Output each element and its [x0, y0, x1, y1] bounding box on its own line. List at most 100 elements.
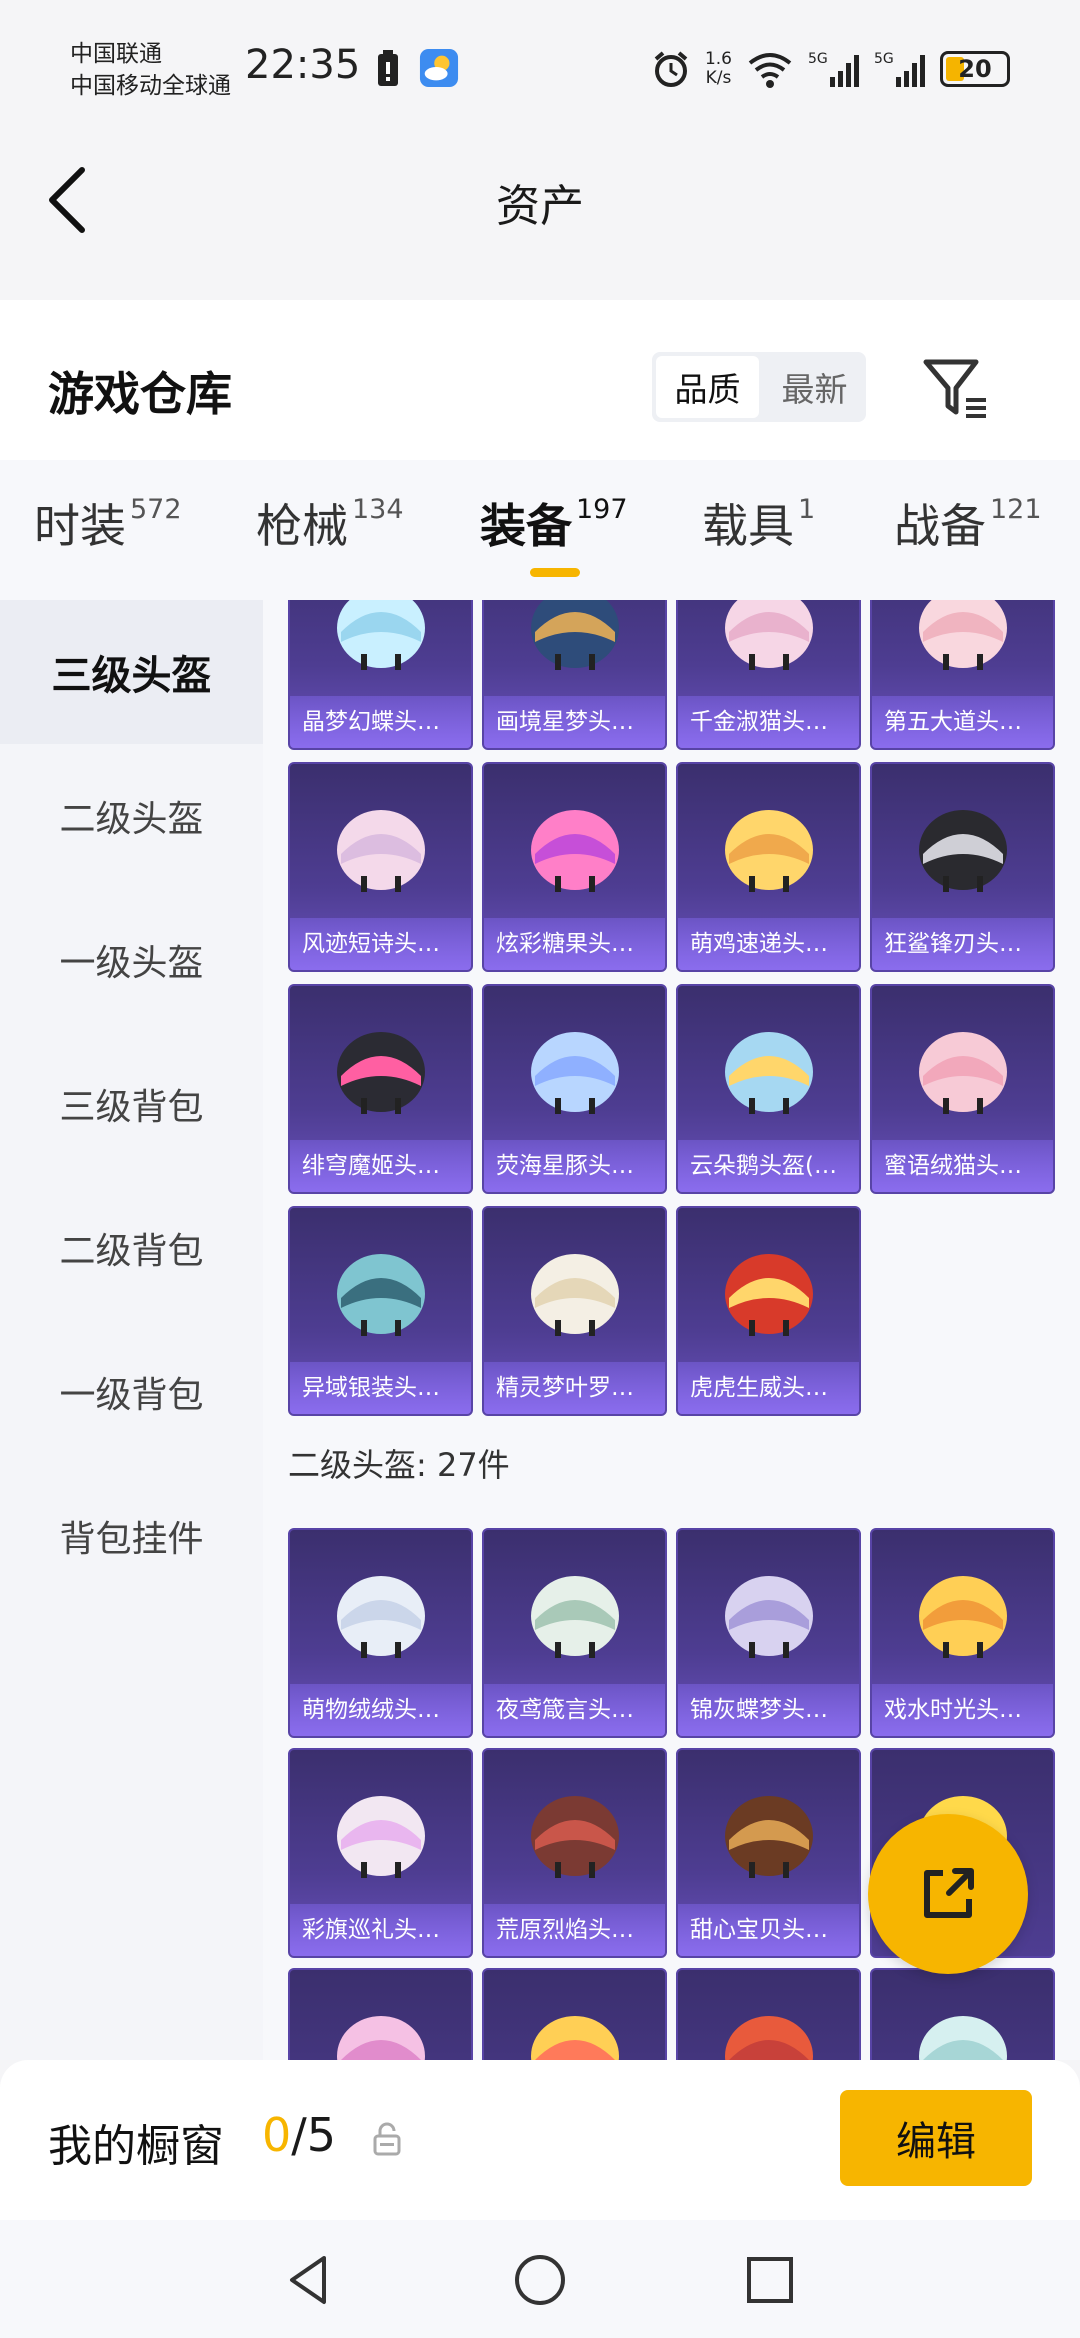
helmet-thumbnail: [484, 1208, 665, 1368]
item-name: 千金淑猫头盔...: [678, 696, 859, 748]
helmet-thumbnail: [484, 1970, 665, 2060]
sidebar-item-level2-backpack[interactable]: 二级背包: [0, 1176, 263, 1320]
item-name: 荧海星豚头盔...: [484, 1140, 665, 1192]
tab-count: 197: [576, 494, 628, 525]
helmet-thumbnail: [290, 600, 471, 702]
item-card[interactable]: 夜鸢箴言头盔...: [482, 1528, 667, 1738]
item-name: 虎虎生威头盔...: [678, 1362, 859, 1414]
battery-saver-icon: [378, 50, 398, 86]
item-name: 晶梦幻蝶头盔...: [290, 696, 471, 748]
edit-button[interactable]: 编辑: [840, 2090, 1032, 2186]
nav-back-icon[interactable]: [280, 2250, 340, 2310]
item-name: 风迹短诗头盔...: [290, 918, 471, 970]
signal-5g-icon-2: 5G: [874, 51, 925, 87]
sidebar-item-level1-helmet[interactable]: 一级头盔: [0, 888, 263, 1032]
section-header: 二级头盔: 27件: [288, 1446, 510, 1484]
item-name: 精灵梦叶罗丽...: [484, 1362, 665, 1414]
tab-label: 装备: [480, 499, 572, 553]
item-card[interactable]: 荒原烈焰头盔...: [482, 1748, 667, 1958]
filter-icon[interactable]: [920, 352, 990, 422]
helmet-thumbnail: [678, 1970, 859, 2060]
item-card[interactable]: 彩旗巡礼头盔...: [288, 1748, 473, 1958]
tab-label: 战备: [894, 499, 986, 553]
sidebar-item-level1-backpack[interactable]: 一级背包: [0, 1320, 263, 1464]
sort-toggle: 品质 最新: [652, 352, 866, 422]
tab-count: 121: [990, 494, 1042, 525]
item-card[interactable]: [288, 1968, 473, 2060]
item-name: 夜鸢箴言头盔...: [484, 1684, 665, 1736]
tab-count: 1: [798, 494, 816, 525]
item-card[interactable]: 风迹短诗头盔...: [288, 762, 473, 972]
item-name: 第五大道头盔...: [872, 696, 1053, 748]
helmet-thumbnail: [484, 1750, 665, 1910]
item-card[interactable]: 甜心宝贝头盔...: [676, 1748, 861, 1958]
item-card[interactable]: 萌鸡速递头盔...: [676, 762, 861, 972]
helmet-thumbnail: [484, 600, 665, 702]
showcase-bar: 我的橱窗 0/5 编辑: [0, 2060, 1080, 2220]
item-name: 彩旗巡礼头盔...: [290, 1904, 471, 1956]
helmet-thumbnail: [872, 1530, 1053, 1690]
nav-home-icon[interactable]: [510, 2250, 570, 2310]
item-card[interactable]: 晶梦幻蝶头盔...: [288, 600, 473, 750]
net-speed-unit: K/s: [705, 68, 732, 88]
share-button[interactable]: [868, 1814, 1028, 1974]
helmet-thumbnail: [484, 764, 665, 924]
active-tab-indicator: [530, 568, 580, 577]
carrier-2: 中国移动全球通: [70, 73, 231, 99]
nav-recents-icon[interactable]: [740, 2250, 800, 2310]
tab-label: 载具: [702, 499, 794, 553]
item-card[interactable]: 萌物绒绒头盔...: [288, 1528, 473, 1738]
item-card[interactable]: [482, 1968, 667, 2060]
sidebar-item-backpack-charm[interactable]: 背包挂件: [0, 1464, 263, 1608]
item-card[interactable]: 蜜语绒猫头盔...: [870, 984, 1055, 1194]
helmet-thumbnail: [872, 1970, 1053, 2060]
helmet-thumbnail: [484, 1530, 665, 1690]
item-card[interactable]: 绯穹魔姬头盔...: [288, 984, 473, 1194]
helmet-thumbnail: [290, 1530, 471, 1690]
sidebar-item-level3-backpack[interactable]: 三级背包: [0, 1032, 263, 1176]
item-card[interactable]: 锦灰蝶梦头盔...: [676, 1528, 861, 1738]
tab-vehicles[interactable]: 载具 1: [702, 490, 815, 556]
tab-combat-gear[interactable]: 战备 121: [894, 490, 1042, 556]
item-card[interactable]: 虎虎生威头盔...: [676, 1206, 861, 1416]
sidebar-item-level2-helmet[interactable]: 二级头盔: [0, 744, 263, 888]
item-card[interactable]: 炫彩糖果头盔...: [482, 762, 667, 972]
status-bar: 中国联通 中国移动全球通 22:35 1.6 K/s 5G 5G 20: [0, 0, 1080, 130]
item-card[interactable]: [676, 1968, 861, 2060]
category-tabs: 时装 572 枪械 134 装备 197 载具 1 战备 121: [0, 460, 1080, 600]
item-card[interactable]: 狂鲨锋刃头盔...: [870, 762, 1055, 972]
sort-quality[interactable]: 品质: [656, 356, 759, 418]
tab-fashion[interactable]: 时装 572: [34, 490, 182, 556]
tab-count: 572: [130, 494, 182, 525]
item-name: 炫彩糖果头盔...: [484, 918, 665, 970]
item-card[interactable]: 异域银装头盔...: [288, 1206, 473, 1416]
item-card[interactable]: [870, 1968, 1055, 2060]
item-card[interactable]: 精灵梦叶罗丽...: [482, 1206, 667, 1416]
helmet-thumbnail: [290, 1208, 471, 1368]
sidebar-item-level3-helmet[interactable]: 三级头盔: [0, 600, 263, 744]
weather-icon: [419, 48, 459, 88]
item-name: 荒原烈焰头盔...: [484, 1904, 665, 1956]
item-name: 萌物绒绒头盔...: [290, 1684, 471, 1736]
tab-equipment[interactable]: 装备 197: [480, 490, 628, 556]
showcase-total: /5: [291, 2108, 337, 2162]
helmet-thumbnail: [678, 1208, 859, 1368]
item-card[interactable]: 戏水时光头盔...: [870, 1528, 1055, 1738]
warehouse-header: 游戏仓库 品质 最新: [0, 300, 1080, 460]
item-card[interactable]: 云朵鹅头盔(3...: [676, 984, 861, 1194]
sort-newest[interactable]: 最新: [763, 352, 866, 422]
tab-count: 134: [352, 494, 404, 525]
share-icon: [924, 1868, 974, 1918]
item-card[interactable]: 第五大道头盔...: [870, 600, 1055, 750]
carrier-info: 中国联通 中国移动全球通: [70, 38, 231, 102]
item-name: 绯穹魔姬头盔...: [290, 1140, 471, 1192]
item-card[interactable]: 荧海星豚头盔...: [482, 984, 667, 1194]
item-card[interactable]: 千金淑猫头盔...: [676, 600, 861, 750]
lock-icon: [373, 2122, 401, 2156]
item-card[interactable]: 画境星梦头盔...: [482, 600, 667, 750]
helmet-thumbnail: [678, 600, 859, 702]
helmet-thumbnail: [872, 764, 1053, 924]
tab-weapons[interactable]: 枪械 134: [256, 490, 404, 556]
item-name: 狂鲨锋刃头盔...: [872, 918, 1053, 970]
system-nav-bar: [0, 2220, 1080, 2338]
